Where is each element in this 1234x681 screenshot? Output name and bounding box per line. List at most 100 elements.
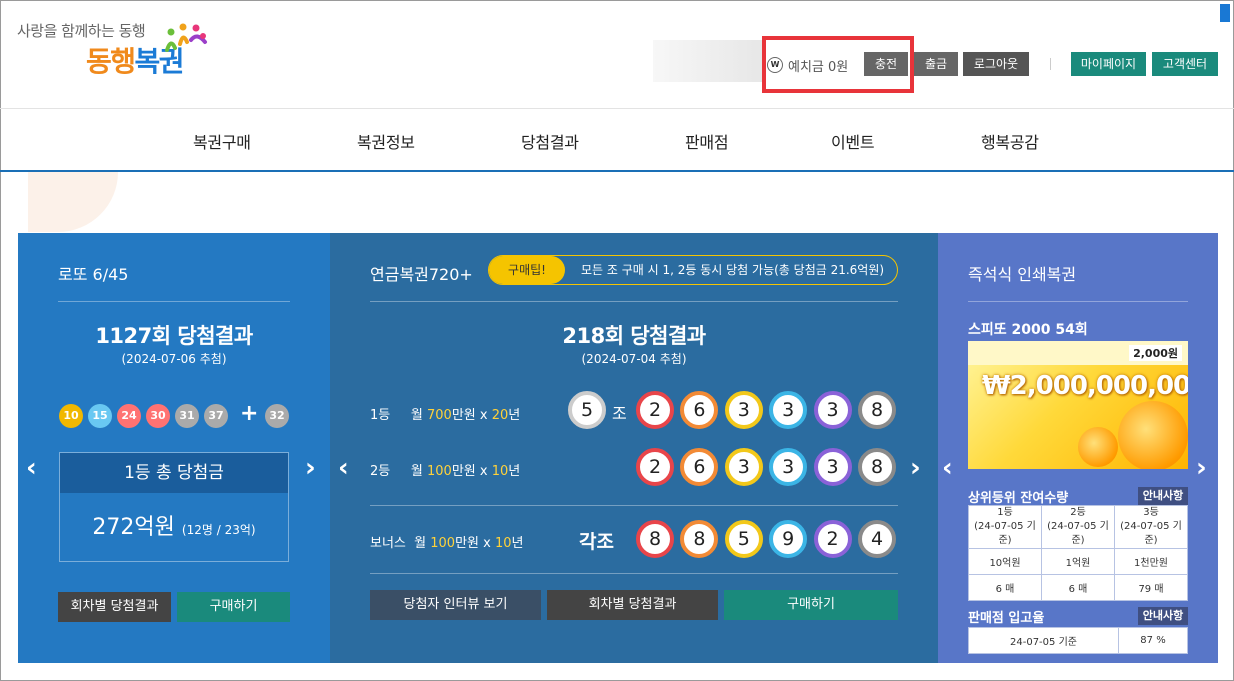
pension-buy-button[interactable]: 구매하기 (724, 590, 898, 620)
rank2-pre: 월 (410, 464, 427, 479)
withdraw-button[interactable]: 출금 (914, 52, 958, 76)
pension-digit-ball: 3 (724, 391, 763, 429)
remaining-guide-button[interactable]: 안내사항 (1138, 487, 1188, 505)
lotto-buy-button[interactable]: 구매하기 (177, 592, 290, 622)
table-cell: 87 % (1118, 627, 1188, 654)
rank2-amount: 100 (427, 464, 452, 479)
lotto-next-arrow-icon[interactable]: › (305, 453, 316, 483)
pension-digit-ball: 5 (724, 520, 763, 558)
store-rate-title: 판매점 입고율 (968, 611, 1045, 626)
instant-panel: 즉석식 인쇄복권 스피또 2000 54회 2,000원 ₩2,000,000,… (938, 233, 1218, 663)
table-cell: 6 매 (1041, 574, 1115, 601)
bonus-pre: 월 (414, 536, 431, 551)
nav-results[interactable]: 당첨결과 (521, 129, 579, 153)
bonus-mid: 만원 x (455, 536, 495, 551)
lotto-panel: 로또 6/45 1127회 당첨결과 (2024-07-06 추첨) 10 15 2… (18, 233, 330, 663)
pension-tip: 구매팁! 모든 조 구매 시 1, 2등 동시 당첨 가능(총 당첨금 21.6… (488, 255, 898, 285)
tip-badge: 구매팁! (489, 256, 565, 284)
store-guide-button[interactable]: 안내사항 (1138, 607, 1188, 625)
pension-digit-ball: 8 (858, 391, 896, 429)
lotto-history-button[interactable]: 회차별 당첨결과 (58, 592, 171, 622)
divider (58, 301, 290, 302)
logout-button[interactable]: 로그아웃 (963, 52, 1029, 76)
bonus-all-jo-label: 각조 (579, 531, 614, 553)
orange-image (1078, 427, 1118, 467)
rank1-years: 20 (491, 408, 509, 423)
mypage-button[interactable]: 마이페이지 (1071, 52, 1146, 76)
nav-stores[interactable]: 판매점 (685, 129, 729, 153)
lotto-prize-head: 1등 총 당첨금 (60, 453, 288, 493)
remaining-table: 1등 (24-07-05 기준) 2등 (24-07-05 기준) 3등 (24… (968, 505, 1188, 601)
lotto-title: 로또 6/45 (58, 265, 129, 284)
store-rate-table: 24-07-05 기준 87 % (968, 627, 1188, 654)
pension-draw-date: (2024-07-04 추첨) (581, 352, 687, 366)
main-nav: 복권구매 복권정보 당첨결과 판매점 이벤트 행복공감 (0, 108, 1234, 172)
lotto-ball: 15 (88, 404, 112, 428)
ticket-price-badge: 2,000원 (1129, 345, 1182, 361)
pension-interview-button[interactable]: 당첨자 인터뷰 보기 (370, 590, 541, 620)
scrollbar-thumb[interactable] (1220, 4, 1230, 22)
pension-digit-ball: 3 (813, 391, 852, 429)
rank1-mid: 만원 x (451, 408, 492, 423)
rank1-amount: 700 (427, 408, 452, 423)
instant-prev-arrow-icon[interactable]: ‹ (942, 453, 953, 483)
rank2-years: 10 (491, 464, 509, 479)
highlight-box (762, 36, 914, 93)
pension-digit-ball: 3 (769, 448, 808, 486)
pension-prev-arrow-icon[interactable]: ‹ (338, 453, 349, 483)
customer-center-button[interactable]: 고객센터 (1152, 52, 1218, 76)
table-cell: 24-07-05 기준 (968, 627, 1119, 654)
pension-digit-ball: 6 (680, 448, 719, 486)
pension-digit-ball: 4 (858, 520, 896, 558)
divider (968, 301, 1188, 302)
divider (370, 573, 898, 574)
pension-panel: 연금복권720+ 구매팁! 모든 조 구매 시 1, 2등 동시 당첨 가능(총… (330, 233, 938, 663)
nav-lottery-info[interactable]: 복권정보 (357, 129, 415, 153)
speeto-ticket-image[interactable]: 2,000원 ₩2,000,000,000 (968, 341, 1188, 469)
lotto-ball: 31 (175, 404, 199, 428)
nav-happiness[interactable]: 행복공감 (981, 129, 1039, 153)
pension-digit-ball: 8 (680, 520, 719, 558)
table-header: 2등 (24-07-05 기준) (1041, 505, 1115, 549)
header-divider (1050, 58, 1051, 70)
lotto-result-title: 1127회 당첨결과 (95, 324, 253, 348)
table-cell: 10억원 (968, 548, 1042, 575)
lotto-prize-amount: 272억원 (92, 515, 175, 540)
rank1-pre: 월 (410, 408, 427, 423)
tip-text: 모든 조 구매 시 1, 2등 동시 당첨 가능(총 당첨금 21.6억원) (581, 263, 885, 277)
table-cell: 79 매 (1114, 574, 1188, 601)
rank2-rank: 2등 (370, 464, 391, 479)
remaining-title: 상위등위 잔여수량 (968, 491, 1069, 506)
speeto-title: 스피또 2000 54회 (968, 322, 1088, 338)
divider (370, 301, 898, 302)
lotto-ball: 37 (204, 404, 228, 428)
bonus-years: 10 (494, 536, 512, 551)
lotto-ball: 24 (117, 404, 141, 428)
lotto-prize-value: 272억원 (12명 / 23억) (60, 509, 288, 541)
bonus-amount: 100 (430, 536, 456, 551)
rank2-mid: 만원 x (451, 464, 492, 479)
pension-history-button[interactable]: 회차별 당첨결과 (547, 590, 718, 620)
pension-digit-ball: 3 (813, 448, 852, 486)
lotto-prev-arrow-icon[interactable]: ‹ (26, 453, 37, 483)
lotto-ball: 10 (59, 404, 83, 428)
nav-events[interactable]: 이벤트 (831, 129, 875, 153)
pension-next-arrow-icon[interactable]: › (910, 453, 921, 483)
instant-next-arrow-icon[interactable]: › (1196, 453, 1207, 483)
pension-digit-ball: 9 (769, 520, 808, 558)
pension-result-title: 218회 당첨결과 (562, 324, 706, 348)
rank2-label: 2등 월 100만원 x 10년 (370, 460, 520, 479)
table-cell: 1억원 (1041, 548, 1115, 575)
table-cell: 1천만원 (1114, 548, 1188, 575)
nav-buy-lottery[interactable]: 복권구매 (193, 129, 251, 153)
divider (370, 505, 898, 506)
lotto-prize-box: 1등 총 당첨금 272억원 (12명 / 23억) (59, 452, 289, 562)
ticket-amount: ₩2,000,000,000 (982, 371, 1188, 401)
pension-digit-ball: 3 (724, 448, 763, 486)
logo-people-icon (165, 23, 207, 52)
bonus-rank: 보너스 (370, 536, 406, 551)
lotto-prize-detail: (12명 / 23억) (181, 523, 256, 537)
plus-icon: + (240, 401, 259, 426)
bonus-label: 보너스 월 100만원 x 10년 (370, 532, 523, 551)
orange-image (1118, 401, 1188, 469)
